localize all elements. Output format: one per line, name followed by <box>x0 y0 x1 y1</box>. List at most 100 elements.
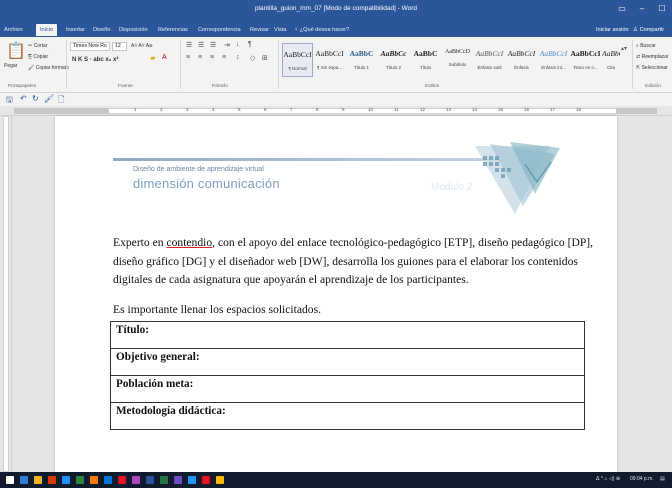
style-strong[interactable]: AaBbCcI Texto en n... <box>570 43 601 77</box>
align-right-icon[interactable]: ≡ <box>210 54 214 61</box>
tell-me-box[interactable]: ♀ ¿Qué desea hacer? <box>294 24 349 36</box>
style-quote[interactable]: AaBbCcI Cita <box>602 43 620 77</box>
sign-in-link[interactable]: Iniciar sesión <box>596 24 629 36</box>
style-heading-2[interactable]: AaBbCc Título 2 <box>378 43 409 77</box>
misspelled-word[interactable]: contendio <box>166 236 212 249</box>
explorer-icon[interactable] <box>48 476 56 484</box>
font-name-box[interactable]: Times New Ro <box>70 42 110 51</box>
cut-button[interactable]: ✂ Cortar <box>28 43 48 49</box>
sort-icon[interactable]: ↓ <box>236 41 240 48</box>
maximize-button[interactable]: ☐ <box>654 2 670 16</box>
find-label: Buscar <box>640 43 656 49</box>
tab-archivo[interactable]: Archivo <box>4 24 23 36</box>
tab-inicio[interactable]: Inicio <box>36 24 58 36</box>
teams-icon[interactable] <box>174 476 182 484</box>
align-center-icon[interactable]: ≡ <box>198 54 202 61</box>
mail-icon[interactable] <box>118 476 126 484</box>
justify-icon[interactable]: ≡ <box>222 54 226 61</box>
tab-insertar[interactable]: Insertar <box>66 24 85 36</box>
format-painter-button[interactable]: 🖌 Copiar formato <box>28 65 69 71</box>
select-button[interactable]: ⇱ Seleccionar <box>636 65 668 71</box>
style-sample: AaBbCcI <box>602 49 620 58</box>
app-icon[interactable] <box>188 476 196 484</box>
font-group-label: Fuente <box>118 84 133 89</box>
styles-scroll-icon[interactable]: ▴▾ <box>621 45 627 52</box>
style-sample: AaBbCcI <box>507 49 536 58</box>
vertical-ruler[interactable] <box>0 116 12 472</box>
app-icon[interactable] <box>202 476 210 484</box>
numbering-icon[interactable]: ☰ <box>198 41 204 49</box>
firefox-icon[interactable] <box>90 476 98 484</box>
word-icon[interactable] <box>146 476 154 484</box>
align-left-icon[interactable]: ≡ <box>186 54 190 61</box>
redo-icon[interactable]: ↻ <box>32 94 39 103</box>
taskbar-clock[interactable]: 09:04 p.m. <box>630 476 654 482</box>
tab-disposicion[interactable]: Disposición <box>119 24 148 36</box>
tab-vista[interactable]: Vista <box>274 24 286 36</box>
borders-icon[interactable]: ⊞ <box>262 54 268 62</box>
style-emphasis[interactable]: AaBbCcI Énfasis <box>506 43 537 77</box>
vertical-ruler-track <box>3 116 9 472</box>
style-subtitle[interactable]: AaBbCcD Subtítulo <box>442 43 473 77</box>
minimize-button[interactable]: – <box>634 2 650 16</box>
style-no-spacing[interactable]: AaBbCcI ¶ Sin espa... <box>314 43 345 77</box>
undo-icon[interactable]: ↶ <box>20 94 27 103</box>
indent-icon[interactable]: ⇥ <box>224 41 230 49</box>
share-icon: ♙ <box>633 27 639 33</box>
style-heading-1[interactable]: AaBbC Título 1 <box>346 43 377 77</box>
line-spacing-icon[interactable]: ↕ <box>236 54 240 61</box>
table-row: Población meta: <box>110 375 585 403</box>
tab-correspondencia[interactable]: Correspondencia <box>198 24 241 36</box>
ruler-number: 4 <box>212 107 215 112</box>
search-icon[interactable] <box>20 476 28 484</box>
ruler-number: 6 <box>264 107 267 112</box>
font-color-icon[interactable]: A <box>162 54 167 61</box>
style-intense-emphasis[interactable]: AaBbCcI Énfasis int... <box>538 43 569 77</box>
text-format-buttons[interactable]: N K S · abc x₂ x² <box>72 57 118 63</box>
paste-icon[interactable]: 📋 <box>6 41 26 61</box>
ribbon-display-options-button[interactable]: ▭ <box>614 2 630 16</box>
shading-icon[interactable]: ◇ <box>250 54 255 62</box>
paste-button[interactable]: Pegar <box>4 63 17 69</box>
share-button[interactable]: ♙ Compartir <box>633 24 664 36</box>
document-page[interactable]: Diseño de ambiente de aprendizaje virtua… <box>55 116 617 472</box>
tab-revisar[interactable]: Revisar <box>250 24 269 36</box>
style-title[interactable]: AaBbC Título <box>410 43 441 77</box>
intro-text-start: Experto en <box>113 236 167 249</box>
pilcrow-icon[interactable]: ¶ <box>248 41 252 48</box>
task-view-icon[interactable] <box>34 476 42 484</box>
style-subtle-emphasis[interactable]: AaBbCcI Énfasis sutil <box>474 43 505 77</box>
format-painter-icon[interactable]: 🖌 <box>44 94 54 103</box>
edge-icon[interactable] <box>62 476 70 484</box>
style-name: ¶ Sin espa... <box>317 65 342 70</box>
ruler-number: 2 <box>160 107 163 112</box>
app-icon[interactable] <box>216 476 224 484</box>
font-size-box[interactable]: 12 <box>112 42 127 51</box>
system-tray-icons[interactable]: ᐃ ^ ⌂ ◁) ⊕ <box>596 476 620 482</box>
replace-button[interactable]: ⇄ Reemplazar <box>636 54 669 60</box>
find-button[interactable]: ⌕ Buscar <box>636 43 656 49</box>
document-title: plantilla_guion_mm_07 [Modo de compatibi… <box>254 5 418 12</box>
highlight-icon[interactable]: ▰ <box>150 54 155 62</box>
multilevel-list-icon[interactable]: ☰ <box>210 41 216 49</box>
bullets-icon[interactable]: ☰ <box>186 41 192 49</box>
target-population-field[interactable]: Población meta: <box>110 375 585 403</box>
ruler-left-margin <box>14 108 108 114</box>
objective-field[interactable]: Objetivo general: <box>110 348 585 376</box>
chrome-icon[interactable] <box>76 476 84 484</box>
methodology-field[interactable]: Metodología didáctica: <box>110 402 585 430</box>
store-icon[interactable] <box>104 476 112 484</box>
copy-button[interactable]: ⎘ Copiar <box>28 54 48 60</box>
tab-referencias[interactable]: Referencias <box>158 24 188 36</box>
title-field[interactable]: Título: <box>110 321 585 349</box>
tab-diseno[interactable]: Diseño <box>93 24 110 36</box>
style-normal[interactable]: AaBbCcI ¶ Normal <box>282 43 313 77</box>
horizontal-ruler[interactable]: 1 2 3 4 5 6 7 8 9 10 11 12 13 14 15 16 1… <box>0 106 672 116</box>
excel-icon[interactable] <box>160 476 168 484</box>
app-icon[interactable] <box>132 476 140 484</box>
ruler-number: 16 <box>524 107 530 112</box>
ruler-right-margin <box>617 108 657 114</box>
notifications-icon[interactable]: ▤ <box>660 476 665 482</box>
start-icon[interactable] <box>6 476 14 484</box>
grow-shrink-font-buttons[interactable]: A˄ A˅ Aa· <box>131 43 154 49</box>
